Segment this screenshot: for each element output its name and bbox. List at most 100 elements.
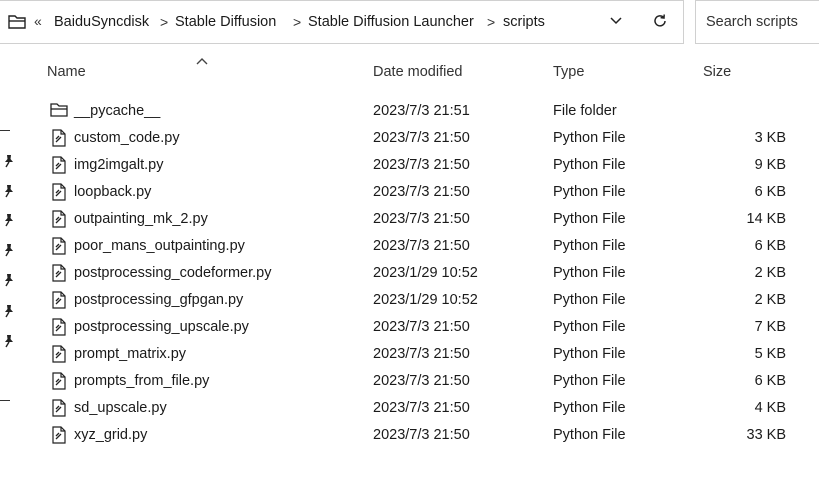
file-date: 2023/7/3 21:50 bbox=[373, 346, 470, 362]
file-type: Python File bbox=[553, 238, 626, 254]
file-row[interactable]: poor_mans_outpainting.py 2023/7/3 21:50 … bbox=[40, 233, 800, 260]
python-file-icon bbox=[52, 372, 66, 393]
file-name: postprocessing_codeformer.py bbox=[74, 265, 272, 281]
pin-icon[interactable] bbox=[3, 184, 15, 201]
pin-icon[interactable] bbox=[3, 334, 15, 351]
breadcrumb-separator-icon: > bbox=[160, 14, 169, 30]
file-type: Python File bbox=[553, 346, 626, 362]
file-date: 2023/7/3 21:50 bbox=[373, 373, 470, 389]
chevron-down-icon[interactable] bbox=[608, 13, 624, 32]
file-name: custom_code.py bbox=[74, 130, 180, 146]
file-type: Python File bbox=[553, 157, 626, 173]
file-row[interactable]: postprocessing_codeformer.py 2023/1/29 1… bbox=[40, 260, 800, 287]
file-row[interactable]: postprocessing_gfpgan.py 2023/1/29 10:52… bbox=[40, 287, 800, 314]
file-size: 3 KB bbox=[754, 130, 786, 146]
file-size: 9 KB bbox=[754, 157, 786, 173]
pin-icon[interactable] bbox=[3, 273, 15, 290]
divider bbox=[0, 130, 10, 131]
file-name: poor_mans_outpainting.py bbox=[74, 238, 245, 254]
search-box[interactable] bbox=[695, 0, 819, 44]
file-type: Python File bbox=[553, 130, 626, 146]
refresh-icon[interactable] bbox=[651, 12, 669, 33]
python-file-icon bbox=[52, 210, 66, 231]
column-header-date-modified[interactable]: Date modified bbox=[373, 64, 462, 80]
file-size: 6 KB bbox=[754, 373, 786, 389]
file-size: 5 KB bbox=[754, 346, 786, 362]
breadcrumb-baidusyncdisk[interactable]: BaiduSyncdisk bbox=[54, 14, 149, 30]
file-type: Python File bbox=[553, 319, 626, 335]
file-date: 2023/7/3 21:50 bbox=[373, 157, 470, 173]
folder-icon bbox=[8, 15, 26, 32]
file-name: __pycache__ bbox=[74, 103, 161, 119]
file-size: 4 KB bbox=[754, 400, 786, 416]
pin-icon[interactable] bbox=[3, 154, 15, 171]
file-type: Python File bbox=[553, 211, 626, 227]
breadcrumb-separator-icon: > bbox=[487, 14, 496, 30]
pin-icon[interactable] bbox=[3, 243, 15, 260]
file-date: 2023/1/29 10:52 bbox=[373, 292, 478, 308]
file-date: 2023/7/3 21:50 bbox=[373, 400, 470, 416]
file-row[interactable]: prompt_matrix.py 2023/7/3 21:50 Python F… bbox=[40, 341, 800, 368]
file-size: 2 KB bbox=[754, 265, 786, 281]
python-file-icon bbox=[52, 399, 66, 420]
python-file-icon bbox=[52, 156, 66, 177]
file-name: prompt_matrix.py bbox=[74, 346, 187, 362]
python-file-icon bbox=[52, 264, 66, 285]
file-type: Python File bbox=[553, 184, 626, 200]
file-row[interactable]: xyz_grid.py 2023/7/3 21:50 Python File 3… bbox=[40, 422, 800, 449]
file-row[interactable]: sd_upscale.py 2023/7/3 21:50 Python File… bbox=[40, 395, 800, 422]
file-name: postprocessing_gfpgan.py bbox=[74, 292, 244, 308]
sort-ascending-icon bbox=[196, 52, 208, 68]
file-date: 2023/7/3 21:50 bbox=[373, 238, 470, 254]
column-header-type[interactable]: Type bbox=[553, 64, 584, 80]
file-row[interactable]: img2imgalt.py 2023/7/3 21:50 Python File… bbox=[40, 152, 800, 179]
breadcrumb-separator-icon: > bbox=[293, 14, 302, 30]
python-file-icon bbox=[52, 237, 66, 258]
address-bar[interactable]: « BaiduSyncdisk > Stable Diffusion > Sta… bbox=[0, 0, 684, 44]
file-date: 2023/7/3 21:50 bbox=[373, 184, 470, 200]
pin-icon[interactable] bbox=[3, 304, 15, 321]
file-row[interactable]: postprocessing_upscale.py 2023/7/3 21:50… bbox=[40, 314, 800, 341]
file-type: Python File bbox=[553, 292, 626, 308]
file-type: Python File bbox=[553, 400, 626, 416]
column-header-name[interactable]: Name bbox=[47, 64, 86, 80]
breadcrumb-stable-diffusion[interactable]: Stable Diffusion bbox=[175, 14, 276, 30]
file-size: 33 KB bbox=[746, 427, 787, 443]
python-file-icon bbox=[52, 345, 66, 366]
file-name: postprocessing_upscale.py bbox=[74, 319, 249, 335]
breadcrumb-scripts[interactable]: scripts bbox=[503, 14, 545, 30]
file-size: 7 KB bbox=[754, 319, 786, 335]
file-name: img2imgalt.py bbox=[74, 157, 164, 173]
file-row[interactable]: outpainting_mk_2.py 2023/7/3 21:50 Pytho… bbox=[40, 206, 800, 233]
folder-icon bbox=[50, 103, 68, 120]
file-date: 2023/7/3 21:51 bbox=[373, 103, 470, 119]
file-row[interactable]: custom_code.py 2023/7/3 21:50 Python Fil… bbox=[40, 125, 800, 152]
file-row[interactable]: loopback.py 2023/7/3 21:50 Python File 6… bbox=[40, 179, 800, 206]
file-name: xyz_grid.py bbox=[74, 427, 148, 443]
file-type: File folder bbox=[553, 103, 617, 119]
python-file-icon bbox=[52, 426, 66, 447]
search-input[interactable] bbox=[704, 13, 818, 31]
file-type: Python File bbox=[553, 265, 626, 281]
file-date: 2023/7/3 21:50 bbox=[373, 319, 470, 335]
overflow-chevron[interactable]: « bbox=[34, 13, 42, 29]
file-size: 6 KB bbox=[754, 238, 786, 254]
file-name: loopback.py bbox=[74, 184, 152, 200]
file-row[interactable]: prompts_from_file.py 2023/7/3 21:50 Pyth… bbox=[40, 368, 800, 395]
column-header-size[interactable]: Size bbox=[703, 64, 731, 80]
file-date: 2023/1/29 10:52 bbox=[373, 265, 478, 281]
file-type: Python File bbox=[553, 373, 626, 389]
file-type: Python File bbox=[553, 427, 626, 443]
python-file-icon bbox=[52, 318, 66, 339]
file-name: outpainting_mk_2.py bbox=[74, 211, 208, 227]
pin-icon[interactable] bbox=[3, 213, 15, 230]
file-date: 2023/7/3 21:50 bbox=[373, 211, 470, 227]
breadcrumb-stable-diffusion-launcher[interactable]: Stable Diffusion Launcher bbox=[308, 14, 474, 30]
file-name: prompts_from_file.py bbox=[74, 373, 210, 389]
python-file-icon bbox=[52, 291, 66, 312]
divider bbox=[0, 400, 10, 401]
file-date: 2023/7/3 21:50 bbox=[373, 427, 470, 443]
file-row[interactable]: __pycache__ 2023/7/3 21:51 File folder bbox=[40, 98, 800, 125]
file-name: sd_upscale.py bbox=[74, 400, 167, 416]
file-date: 2023/7/3 21:50 bbox=[373, 130, 470, 146]
